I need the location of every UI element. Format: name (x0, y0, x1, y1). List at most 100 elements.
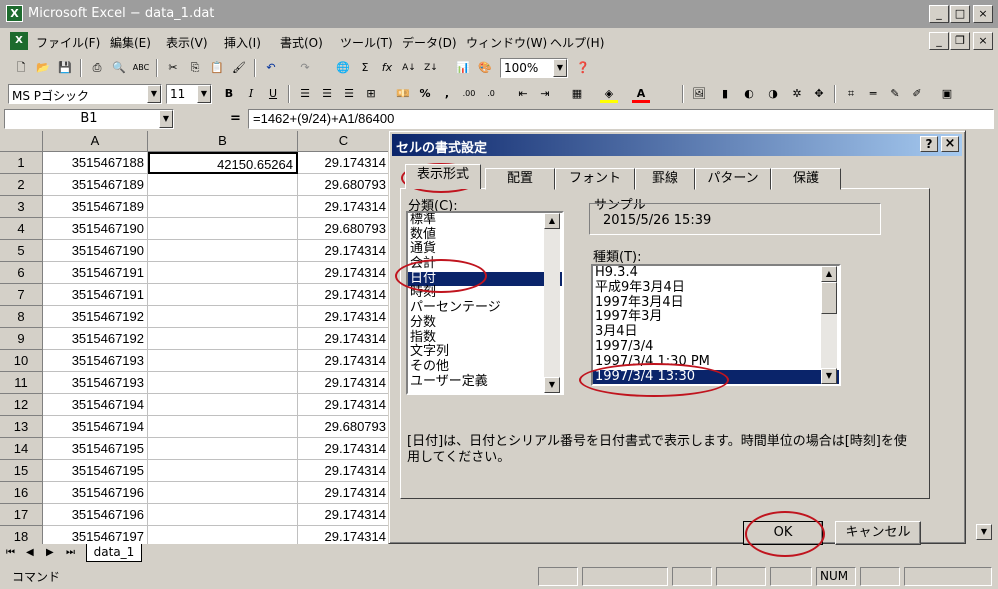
tab-font[interactable]: フォント (555, 168, 635, 190)
menu-item-3[interactable]: 挿入(I) (224, 34, 261, 51)
type-item[interactable]: 1997年3月4日 (593, 295, 839, 311)
align-center-icon[interactable]: ☰ (318, 85, 336, 103)
tab-patterns[interactable]: パターン (695, 168, 771, 190)
category-item[interactable]: 通貨 (408, 242, 562, 257)
first-sheet-icon[interactable]: ⏮ (6, 547, 15, 558)
cell-b[interactable] (148, 460, 298, 482)
cell-c[interactable]: 29.174314 (298, 306, 388, 328)
formula-input[interactable]: =1462+(9/24)+A1/86400 (248, 109, 994, 129)
new-icon[interactable]: 🗋 (12, 59, 30, 77)
category-item[interactable]: 文字列 (408, 344, 562, 360)
cell-c[interactable]: 29.174314 (298, 460, 388, 482)
cell-a[interactable]: 3515467189 (43, 174, 148, 196)
maximize-button[interactable]: □ (950, 5, 970, 23)
cell-c[interactable]: 29.174314 (298, 262, 388, 284)
sort-descending-icon[interactable]: Z↓ (422, 59, 440, 77)
font-name-select[interactable]: MS Pゴシック ▼ (8, 84, 162, 104)
tab-alignment[interactable]: 配置 (485, 168, 555, 190)
cancel-button[interactable]: キャンセル (835, 521, 921, 545)
tool-icon-6[interactable]: ⌗ (842, 85, 860, 103)
cell-a[interactable]: 3515467189 (43, 196, 148, 218)
column-header-a[interactable]: A (43, 131, 148, 152)
italic-icon[interactable]: I (242, 85, 260, 103)
cell-c[interactable]: 29.174314 (298, 240, 388, 262)
cell-a[interactable]: 3515467193 (43, 350, 148, 372)
merge-center-icon[interactable]: ⊞ (362, 85, 380, 103)
row-header[interactable]: 12 (0, 394, 43, 416)
doc-minimize-button[interactable]: _ (929, 32, 949, 50)
workbook-vscroll[interactable]: ▼ (975, 131, 993, 544)
row-header[interactable]: 4 (0, 218, 43, 240)
cell-b[interactable] (148, 482, 298, 504)
open-icon[interactable]: 📂 (34, 59, 52, 77)
row-header[interactable]: 2 (0, 174, 43, 196)
comma-icon[interactable]: , (438, 85, 456, 103)
print-icon[interactable]: ⎙ (88, 59, 106, 77)
cell-c[interactable]: 29.680793 (298, 218, 388, 240)
cell-a[interactable]: 3515467194 (43, 394, 148, 416)
category-item[interactable]: 時刻 (408, 286, 562, 301)
hyperlink-icon[interactable]: 🌐 (334, 59, 352, 77)
chevron-down-icon[interactable]: ▼ (197, 85, 211, 103)
cell-a[interactable]: 3515467195 (43, 460, 148, 482)
category-scrollbar[interactable]: ▲ ▼ (544, 213, 560, 393)
doc-close-button[interactable]: × (973, 32, 993, 50)
cell-a[interactable]: 3515467196 (43, 482, 148, 504)
menu-item-0[interactable]: ファイル(F) (36, 34, 100, 51)
cell-c[interactable]: 29.174314 (298, 284, 388, 306)
last-sheet-icon[interactable]: ⏭ (66, 547, 75, 558)
help-button[interactable]: ? (920, 136, 938, 152)
row-header[interactable]: 13 (0, 416, 43, 438)
cell-b[interactable] (148, 504, 298, 526)
cell-c[interactable]: 29.174314 (298, 504, 388, 526)
cell-b[interactable] (148, 350, 298, 372)
close-button[interactable]: × (973, 5, 993, 23)
cell-c[interactable]: 29.174314 (298, 438, 388, 460)
type-list[interactable]: H9.3.4 平成9年3月4日 1997年3月4日 1997年3月 3月4日 1997/3… (591, 264, 841, 386)
cell-b[interactable] (148, 416, 298, 438)
doc-restore-button[interactable]: ❐ (950, 32, 970, 50)
menu-item-4[interactable]: 書式(O) (280, 34, 323, 51)
tool-icon-5[interactable]: ✥ (810, 85, 828, 103)
chevron-down-icon[interactable]: ▼ (147, 85, 161, 103)
cell-c[interactable]: 29.174314 (298, 526, 388, 544)
chevron-down-icon[interactable]: ▼ (159, 110, 173, 128)
cut-icon[interactable]: ✂ (164, 59, 182, 77)
column-header-c[interactable]: C (298, 131, 388, 152)
cell-c[interactable]: 29.680793 (298, 416, 388, 438)
cell-b[interactable] (148, 328, 298, 350)
cell-a[interactable]: 3515467197 (43, 526, 148, 544)
category-item[interactable]: 日付 (408, 271, 562, 287)
align-left-icon[interactable]: ☰ (296, 85, 314, 103)
cell-a[interactable]: 3515467190 (43, 240, 148, 262)
row-header[interactable]: 6 (0, 262, 43, 284)
select-all-corner[interactable] (0, 131, 43, 152)
cell-c[interactable]: 29.680793 (298, 174, 388, 196)
dialog-close-button[interactable]: × (941, 136, 959, 152)
cell-a[interactable]: 3515467188 (43, 152, 148, 174)
help-icon[interactable]: ❓ (574, 59, 592, 77)
type-item[interactable]: 1997年3月 (593, 310, 839, 325)
save-icon[interactable]: 💾 (56, 59, 74, 77)
copy-icon[interactable]: ⎘ (186, 59, 204, 77)
type-item[interactable]: 1997/3/4 1:30 PM (593, 354, 839, 370)
cell-a[interactable]: 3515467196 (43, 504, 148, 526)
scroll-down-icon[interactable]: ▼ (976, 524, 992, 540)
tab-protection[interactable]: 保護 (771, 168, 841, 190)
cell-a[interactable]: 3515467195 (43, 438, 148, 460)
menu-item-1[interactable]: 編集(E) (110, 34, 151, 51)
row-header[interactable]: 7 (0, 284, 43, 306)
active-cell-b1[interactable]: 42150.65264 (148, 152, 298, 174)
tool-icon-10[interactable]: ▣ (938, 85, 956, 103)
cell-a[interactable]: 3515467191 (43, 284, 148, 306)
category-item[interactable]: 分数 (408, 315, 562, 331)
type-item[interactable]: H9.3.4 (593, 266, 839, 281)
increase-indent-icon[interactable]: ⇥ (536, 85, 554, 103)
cell-b[interactable] (148, 284, 298, 306)
cell-a[interactable]: 3515467191 (43, 262, 148, 284)
type-item[interactable]: 1997/3/4 (593, 339, 839, 355)
paste-icon[interactable]: 📋 (208, 59, 226, 77)
bold-icon[interactable]: B (220, 85, 238, 103)
decrease-decimal-icon[interactable]: .0 (482, 85, 500, 103)
cell-b[interactable] (148, 218, 298, 240)
